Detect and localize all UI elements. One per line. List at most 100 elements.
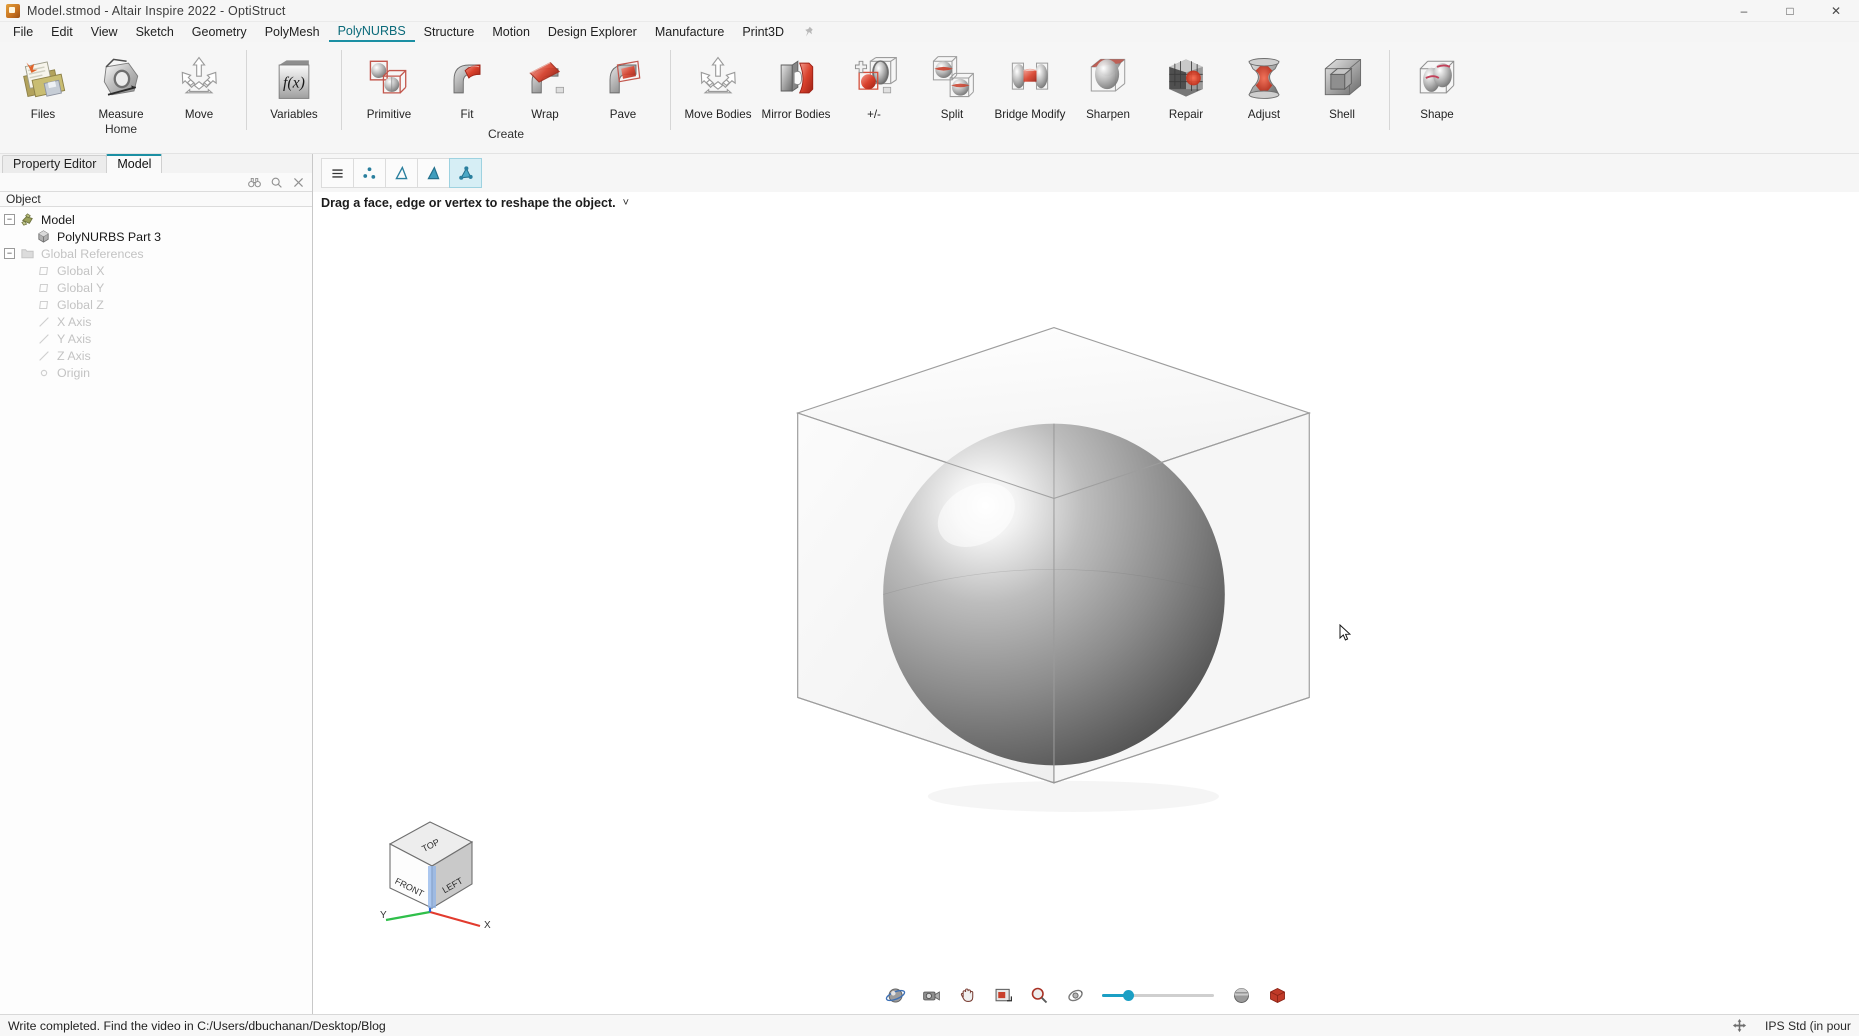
plane-icon [36,263,51,278]
move-cross-icon[interactable] [1732,1018,1747,1033]
search-icon[interactable] [270,176,283,189]
slider-track [1102,989,1214,1001]
view-button-orbit[interactable] [882,983,908,1007]
chevron-down-icon[interactable]: ˅ [623,197,629,209]
ribbon-button-plus-minus[interactable]: +/- [835,46,913,121]
shape-icon [1409,50,1465,106]
binoculars-icon[interactable] [248,176,261,189]
tree-item-x-axis[interactable]: X Axis [0,313,312,330]
tab-property-editor[interactable]: Property Editor [2,155,108,173]
view-button-camera[interactable] [918,983,944,1007]
view-button-fit-window[interactable] [990,983,1016,1007]
close-button[interactable]: ✕ [1813,0,1859,22]
menu-item-motion[interactable]: Motion [483,23,539,41]
plane-icon [36,280,51,295]
menu-item-manufacture[interactable]: Manufacture [646,23,733,41]
ribbon-label-mirror-bodies: Mirror Bodies [761,108,831,121]
tree-item-model[interactable]: − Model [0,211,312,228]
ribbon-button-adjust[interactable]: Adjust [1225,46,1303,121]
filter-button-vertices[interactable] [353,158,386,188]
menu-item-structure[interactable]: Structure [415,23,484,41]
view-button-render-cube[interactable] [1264,983,1290,1007]
ribbon-label-measure: Measure [98,108,144,121]
ribbon-button-fit[interactable]: Fit [428,46,506,121]
part-cube-icon [36,229,51,244]
ribbon-button-sharpen[interactable]: Sharpen [1069,46,1147,121]
ribbon-button-mirror-bodies[interactable]: Mirror Bodies [757,46,835,121]
filter-button-body-nodes[interactable] [449,158,482,188]
menu-item-edit[interactable]: Edit [42,23,82,41]
left-panel-tabs: Property Editor Model [0,154,312,173]
tree-expander-global-references[interactable]: − [4,248,15,259]
ribbon-button-measure[interactable]: Measure [82,46,160,121]
tree-label-global-references: Global References [41,246,144,261]
tab-model[interactable]: Model [106,154,163,173]
ribbon-button-variables[interactable]: f(x) Variables [255,46,333,121]
menu-item-polymesh[interactable]: PolyMesh [256,23,329,41]
tree-item-z-axis[interactable]: Z Axis [0,347,312,364]
ribbon-button-move-bodies[interactable]: Move Bodies [679,46,757,121]
filter-button-face-outline[interactable] [385,158,418,188]
prompt-text: Drag a face, edge or vertex to reshape t… [321,196,616,210]
menu-item-design-explorer[interactable]: Design Explorer [539,23,646,41]
ribbon-button-bridge-modify[interactable]: Bridge Modify [991,46,1069,121]
axis-icon [36,348,51,363]
tree-expander-model[interactable]: − [4,214,15,225]
view-orientation-cube[interactable]: Y X TOP FRONT LEFT [368,808,491,931]
menu-item-print3d[interactable]: Print3D [733,23,793,41]
view-button-zoom[interactable] [1026,983,1052,1007]
filter-button-list[interactable] [321,158,354,188]
filter-button-face-filled[interactable] [417,158,450,188]
tree-item-y-axis[interactable]: Y Axis [0,330,312,347]
pin-icon[interactable] [803,26,815,38]
units-indicator[interactable]: IPS Std (in pour [1765,1019,1851,1033]
view-slider[interactable] [1102,985,1214,1005]
ribbon-label-variables: Variables [270,108,318,121]
menu-item-file[interactable]: File [4,23,42,41]
tree-item-global-references[interactable]: − Global References [0,245,312,262]
tree-item-global-x[interactable]: Global X [0,262,312,279]
ribbon-group-variables: f(x) Variables [255,46,333,122]
view-button-pan[interactable] [954,983,980,1007]
wrap-icon [517,50,573,106]
mirror-bodies-icon [768,50,824,106]
ribbon-button-split[interactable]: Split [913,46,991,121]
ribbon-group-create: Primitive Fit Wrap Pave Create [350,46,662,141]
ribbon-button-move[interactable]: Move [160,46,238,121]
ribbon-label-fit: Fit [460,108,474,121]
ribbon-group-shape: Shape [1398,46,1476,122]
window-controls: – □ ✕ [1721,0,1859,22]
ribbon-button-shell[interactable]: Shell [1303,46,1381,121]
measure-icon [93,50,149,106]
ribbon-button-primitive[interactable]: Primitive [350,46,428,121]
view-button-shaded-sphere[interactable] [1228,983,1254,1007]
tree-item-origin[interactable]: Origin [0,364,312,381]
tree-item-global-z[interactable]: Global Z [0,296,312,313]
close-icon[interactable] [292,176,305,189]
ribbon-button-wrap[interactable]: Wrap [506,46,584,121]
ribbon-button-shape[interactable]: Shape [1398,46,1476,121]
menu-item-polynurbs[interactable]: PolyNURBS [328,22,415,42]
title-bar: Model.stmod - Altair Inspire 2022 - Opti… [0,0,1859,22]
menu-item-sketch[interactable]: Sketch [127,23,183,41]
slider-knob[interactable] [1123,989,1135,1001]
list-lines-icon [332,168,343,178]
tree-label-z-axis: Z Axis [57,348,91,363]
ribbon-button-files[interactable]: Files [4,46,82,121]
vertices-icon [363,166,376,179]
menu-item-view[interactable]: View [82,23,127,41]
ribbon-button-pave[interactable]: Pave [584,46,662,121]
menu-item-geometry[interactable]: Geometry [183,23,256,41]
ribbon-button-repair[interactable]: Repair [1147,46,1225,121]
axis-icon [36,314,51,329]
model-viewport[interactable]: Y X TOP FRONT LEFT [313,214,1859,976]
shell-icon [1314,50,1370,106]
model-tree[interactable]: − Model PolyNURBS Part 3 − Global Refere… [0,207,312,1014]
tree-item-global-y[interactable]: Global Y [0,279,312,296]
maximize-button[interactable]: □ [1767,0,1813,22]
minimize-button[interactable]: – [1721,0,1767,22]
tree-item-polynurbs-part-3[interactable]: PolyNURBS Part 3 [0,228,312,245]
move-icon [171,50,227,106]
view-button-rotate-view[interactable] [1062,983,1088,1007]
move-bodies-icon [690,50,746,106]
